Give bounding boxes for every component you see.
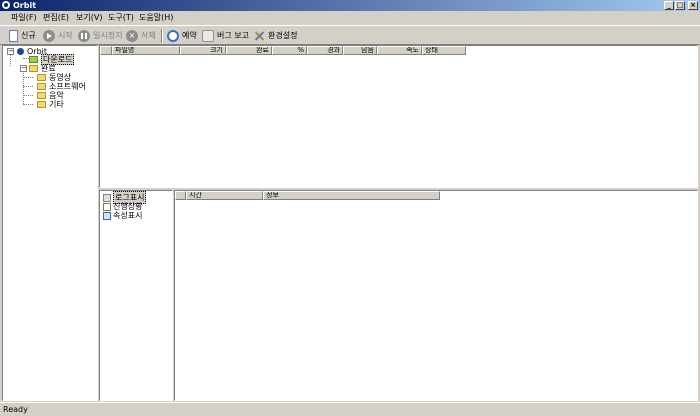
start-button-label: 시작	[58, 31, 73, 40]
tree-node-other-label: 기타	[49, 100, 64, 109]
pause-icon	[78, 29, 90, 42]
new-button[interactable]: 신규	[9, 28, 36, 43]
delete-x-icon: ×	[126, 29, 138, 42]
log-icon	[103, 193, 111, 202]
clock-icon	[167, 29, 179, 42]
file-col-name[interactable]: 파일명	[112, 46, 180, 55]
toolbar-separator	[161, 29, 163, 43]
category-tree: − Orbit 다운로드 − 완료 동영상 소프트웨어 음악 기타	[2, 45, 98, 401]
bug-report-button[interactable]: 버그 보고	[202, 28, 249, 43]
menu-view[interactable]: 보기(V)	[76, 13, 102, 23]
progress-icon	[103, 202, 111, 211]
toolbar: 신규 시작 일시정지 × 삭제 예약 버그 보고 환경설정	[0, 25, 700, 45]
orbit-icon	[17, 48, 24, 55]
menu-edit[interactable]: 편집(E)	[43, 13, 69, 23]
menu-file[interactable]: 파일(F)	[11, 13, 37, 23]
folder-icon	[37, 92, 46, 99]
settings-button[interactable]: 환경설정	[253, 28, 297, 43]
title-bar: Orbit _ □ ×	[0, 0, 700, 11]
tree-node-download[interactable]: 다운로드	[29, 54, 75, 65]
tree-collapse-complete[interactable]: −	[20, 65, 27, 72]
pause-button-label: 일시정지	[93, 31, 123, 40]
tree-node-video-label: 동영상	[49, 73, 72, 82]
orbit-app-icon	[2, 1, 10, 9]
log-list[interactable]: 시간 정보	[174, 190, 698, 401]
view-selector: 로그표시 진행상황 속성표시	[99, 190, 173, 401]
file-col-percent[interactable]: %	[272, 46, 307, 55]
settings-button-label: 환경설정	[268, 31, 298, 40]
schedule-button[interactable]: 예약	[167, 28, 197, 43]
menu-help[interactable]: 도움말(H)	[139, 13, 173, 23]
download-folder-icon	[29, 56, 38, 63]
tree-node-software-label: 소프트웨어	[49, 82, 86, 91]
tree-node-video[interactable]: 동영상	[37, 73, 71, 82]
view-item-properties-label: 속성표시	[113, 211, 143, 220]
window-title: Orbit	[13, 1, 37, 10]
file-col-speed[interactable]: 속도	[377, 46, 422, 55]
file-col-status[interactable]: 상태	[422, 46, 466, 55]
file-col-size[interactable]: 크기	[180, 46, 226, 55]
new-document-icon	[9, 29, 18, 42]
maximize-button[interactable]: □	[675, 1, 685, 10]
folder-icon	[37, 83, 46, 90]
tree-node-complete-label: 완료	[41, 64, 56, 73]
schedule-button-label: 예약	[182, 31, 197, 40]
bug-report-button-label: 버그 보고	[217, 31, 249, 40]
bug-report-icon	[202, 29, 214, 42]
complete-folder-icon	[29, 65, 38, 72]
delete-button[interactable]: × 삭제	[126, 28, 156, 43]
close-button[interactable]: ×	[688, 1, 698, 10]
view-item-properties[interactable]: 속성표시	[103, 211, 142, 220]
file-list[interactable]: 파일명 크기 완료 % 경과 남음 속도 상태	[99, 45, 698, 188]
start-button[interactable]: 시작	[43, 28, 73, 43]
tree-node-complete[interactable]: 완료	[29, 64, 56, 73]
tree-node-music-label: 음악	[49, 91, 64, 100]
tree-collapse-root[interactable]: −	[7, 48, 14, 55]
new-button-label: 신규	[21, 31, 36, 40]
tree-node-software[interactable]: 소프트웨어	[37, 82, 86, 91]
tools-icon	[253, 30, 265, 42]
tree-node-music[interactable]: 음악	[37, 91, 64, 100]
properties-icon	[103, 211, 111, 220]
minimize-button[interactable]: _	[664, 1, 674, 10]
status-text: Ready	[3, 405, 28, 414]
delete-button-label: 삭제	[141, 31, 156, 40]
folder-icon	[37, 74, 46, 81]
tree-node-other[interactable]: 기타	[37, 100, 64, 109]
file-col-remaining[interactable]: 남음	[343, 46, 377, 55]
file-col-blank[interactable]	[100, 46, 112, 55]
folder-icon	[37, 101, 46, 108]
menu-bar: 파일(F) 편집(E) 보기(V) 도구(T) 도움말(H)	[0, 11, 700, 25]
status-bar: Ready	[0, 402, 700, 416]
log-col-blank[interactable]	[175, 191, 186, 200]
log-col-time[interactable]: 시간	[186, 191, 263, 200]
menu-tools[interactable]: 도구(T)	[108, 13, 134, 23]
file-col-elapsed[interactable]: 경과	[307, 46, 343, 55]
file-col-complete[interactable]: 완료	[226, 46, 272, 55]
log-col-info[interactable]: 정보	[263, 191, 440, 200]
pause-button[interactable]: 일시정지	[78, 28, 122, 43]
play-icon	[43, 29, 55, 42]
